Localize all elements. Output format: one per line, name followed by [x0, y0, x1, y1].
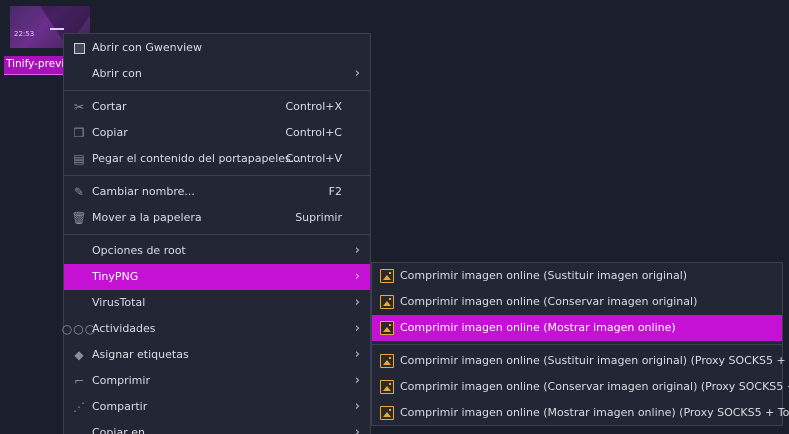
compress-icon: ⌐	[73, 374, 85, 388]
share-icon: ⋰	[73, 400, 85, 414]
image-icon	[380, 354, 394, 368]
context-menu: Abrir con Gwenview Abrir con › ✂ Cortar …	[61, 33, 371, 434]
menu-item-label: Actividades	[92, 322, 156, 335]
submenu-item-keep-tor[interactable]: Comprimir imagen online (Conservar image…	[372, 374, 789, 400]
menu-separator	[64, 90, 370, 91]
submenu-item-label: Comprimir imagen online (Mostrar imagen …	[400, 321, 676, 334]
thumbnail-time: 22:53	[14, 30, 35, 38]
menu-item-activities[interactable]: ○○○ Actividades ›	[61, 316, 370, 342]
menu-item-compress[interactable]: ⌐ Comprimir ›	[64, 368, 370, 394]
image-icon	[380, 380, 394, 394]
menu-item-virustotal[interactable]: VirusTotal ›	[64, 290, 370, 316]
shortcut-label: Control+C	[285, 126, 342, 139]
trash-icon: 🗑	[71, 211, 87, 225]
menu-item-label: Pegar el contenido del portapapeles...	[92, 152, 302, 165]
submenu-item-show-online-tor[interactable]: Comprimir imagen online (Mostrar imagen …	[372, 400, 789, 426]
submenu-item-keep[interactable]: Comprimir imagen online (Conservar image…	[372, 289, 782, 315]
menu-item-label: TinyPNG	[92, 270, 139, 283]
menu-item-label: VirusTotal	[92, 296, 146, 309]
chevron-right-icon: ›	[354, 321, 360, 336]
menu-item-root-options[interactable]: Opciones de root ›	[64, 238, 370, 264]
menu-separator	[64, 175, 370, 176]
menu-item-label: Asignar etiquetas	[92, 348, 189, 361]
menu-item-share[interactable]: ⋰ Compartir ›	[64, 394, 370, 420]
image-icon	[380, 406, 394, 420]
menu-separator	[372, 344, 782, 345]
chevron-right-icon: ›	[354, 399, 360, 414]
menu-separator	[64, 234, 370, 235]
submenu-item-label: Comprimir imagen online (Sustituir image…	[400, 354, 789, 367]
menu-item-copy-to[interactable]: Copiar en ›	[64, 420, 370, 434]
chevron-right-icon: ›	[354, 425, 360, 434]
pencil-icon: ✎	[73, 185, 85, 199]
menu-item-rename[interactable]: ✎ Cambiar nombre... F2	[64, 179, 370, 205]
shortcut-label: Suprimir	[295, 211, 342, 224]
submenu-item-label: Comprimir imagen online (Sustituir image…	[400, 269, 688, 282]
menu-item-label: Abrir con Gwenview	[92, 41, 202, 54]
submenu-item-replace[interactable]: Comprimir imagen online (Sustituir image…	[372, 263, 782, 289]
submenu-item-show-online[interactable]: Comprimir imagen online (Mostrar imagen …	[372, 315, 782, 341]
menu-item-label: Opciones de root	[92, 244, 186, 257]
chevron-right-icon: ›	[354, 295, 360, 310]
menu-item-label: Mover a la papelera	[92, 211, 202, 224]
menu-item-label: Cortar	[92, 100, 127, 113]
menu-item-open-gwenview[interactable]: Abrir con Gwenview	[64, 35, 370, 61]
submenu-item-label: Comprimir imagen online (Mostrar imagen …	[400, 406, 789, 419]
menu-item-trash[interactable]: 🗑 Mover a la papelera Suprimir	[64, 205, 370, 231]
shortcut-label: Control+V	[285, 152, 342, 165]
chevron-right-icon: ›	[354, 347, 360, 362]
chevron-right-icon: ›	[354, 66, 360, 81]
tinypng-submenu: Comprimir imagen online (Sustituir image…	[371, 262, 789, 426]
activities-icon: ○○○	[61, 322, 97, 336]
menu-item-paste[interactable]: ▤ Pegar el contenido del portapapeles...…	[64, 146, 370, 172]
tag-icon: ◆	[74, 348, 84, 362]
menu-item-copy[interactable]: ❐ Copiar Control+C	[64, 120, 370, 146]
shortcut-label: F2	[328, 185, 342, 198]
chevron-right-icon: ›	[354, 269, 360, 284]
submenu-item-label: Comprimir imagen online (Conservar image…	[400, 380, 789, 393]
menu-item-cut[interactable]: ✂ Cortar Control+X	[64, 94, 370, 120]
menu-item-label: Copiar en	[92, 426, 145, 434]
chevron-right-icon: ›	[354, 373, 360, 388]
image-icon	[380, 295, 394, 309]
menu-item-open-with[interactable]: Abrir con ›	[64, 61, 370, 87]
submenu-item-label: Comprimir imagen online (Conservar image…	[400, 295, 698, 308]
menu-item-label: Abrir con	[92, 67, 142, 80]
menu-item-label: Copiar	[92, 126, 128, 139]
submenu-item-replace-tor[interactable]: Comprimir imagen online (Sustituir image…	[372, 348, 789, 374]
menu-item-label: Compartir	[92, 400, 148, 413]
menu-item-tags[interactable]: ◆ Asignar etiquetas ›	[64, 342, 370, 368]
menu-item-tinypng[interactable]: TinyPNG ›	[64, 264, 370, 290]
clipboard-icon: ▤	[73, 152, 85, 166]
menu-item-label: Cambiar nombre...	[92, 185, 195, 198]
desktop: 22:53 Tinify-previe Abrir con Gwenview A…	[0, 0, 789, 434]
shortcut-label: Control+X	[285, 100, 342, 113]
menu-item-label: Comprimir	[92, 374, 150, 387]
scissors-icon: ✂	[73, 100, 85, 114]
gwenview-icon	[72, 41, 86, 55]
image-icon	[380, 269, 394, 283]
copy-icon: ❐	[73, 126, 85, 140]
chevron-right-icon: ›	[354, 243, 360, 258]
image-icon	[380, 321, 394, 335]
